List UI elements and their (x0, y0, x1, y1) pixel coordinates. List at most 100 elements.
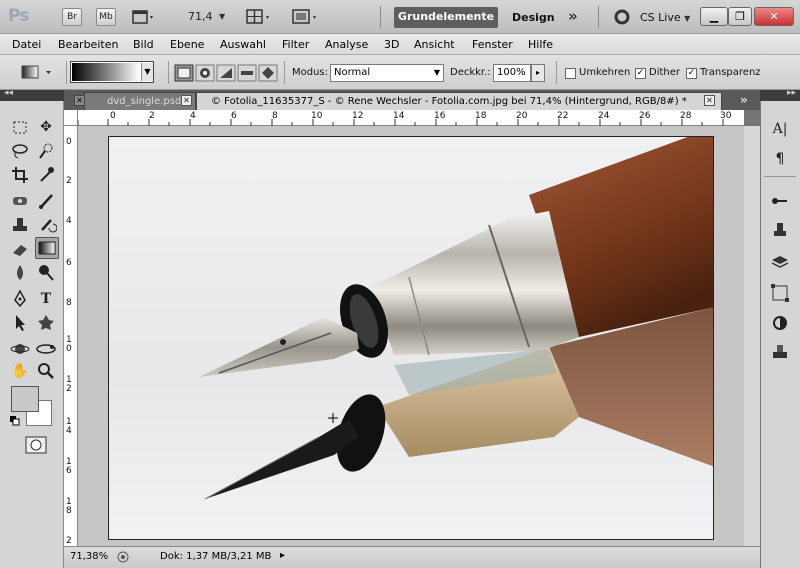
tab-dvd-single[interactable]: dvd_single.psd (84, 92, 196, 110)
styles-panel-icon[interactable] (768, 340, 792, 362)
eyedropper-tool-icon[interactable] (35, 164, 57, 186)
paths-panel-icon[interactable] (768, 282, 792, 304)
menu-ebene[interactable]: Ebene (170, 38, 204, 51)
menu-analyse[interactable]: Analyse (325, 38, 368, 51)
clone-source-icon[interactable] (768, 220, 792, 242)
minimize-icon: ▁ (709, 10, 719, 23)
umkehren-label: Umkehren (579, 67, 631, 78)
eraser-tool-icon[interactable] (9, 238, 31, 260)
layers-panel-icon[interactable] (768, 252, 792, 274)
document-image[interactable] (108, 136, 714, 540)
gradient-dropdown-icon[interactable]: ▼ (141, 63, 153, 81)
tool-preset-picker[interactable] (20, 63, 56, 81)
crop-tool-icon[interactable] (9, 164, 31, 186)
transparenz-checkbox[interactable]: ✓ (686, 68, 697, 79)
cs-live-label: CS Live (640, 11, 681, 24)
ruler-tick-label: 0 (66, 137, 72, 147)
quick-selection-tool-icon[interactable] (35, 140, 57, 162)
tab-label: © Fotolia_11635377_S - © Rene Wechsler -… (211, 96, 687, 107)
zoom-tool-icon[interactable] (35, 360, 57, 382)
workspace-design[interactable]: Design (512, 11, 555, 24)
vertical-scrollbar[interactable] (744, 126, 760, 546)
tab-overflow-icon[interactable]: » (740, 93, 748, 107)
close-button[interactable]: ✕ (754, 7, 794, 26)
menu-datei[interactable]: Datei (12, 38, 41, 51)
menu-ansicht[interactable]: Ansicht (414, 38, 455, 51)
angle-gradient-button[interactable] (216, 64, 236, 82)
tools-panel-header[interactable]: ◂◂ (0, 88, 64, 101)
tab-close-icon[interactable]: ✕ (704, 95, 715, 106)
blur-tool-icon[interactable] (9, 262, 31, 284)
default-colors-icon[interactable] (10, 416, 20, 426)
ruler-origin[interactable] (64, 110, 78, 126)
deckkraft-slider-icon[interactable]: ▸ (531, 64, 545, 82)
spot-healing-tool-icon[interactable] (9, 190, 31, 212)
status-info-icon[interactable] (116, 550, 130, 564)
restore-icon: ❐ (735, 10, 745, 23)
brush-tool-icon[interactable] (35, 190, 57, 212)
cs-live-button[interactable]: CS Live ▼ (640, 11, 690, 24)
ruler-tick-label: 2 (66, 536, 72, 546)
lasso-tool-icon[interactable] (9, 140, 31, 162)
gradient-tool-icon (21, 65, 51, 79)
expand-icon[interactable]: ▸▸ (787, 88, 796, 98)
history-brush-tool-icon[interactable] (35, 214, 58, 236)
linear-gradient-button[interactable] (174, 64, 194, 82)
adjustments-panel-icon[interactable] (768, 312, 792, 334)
hand-tool-icon[interactable]: ✋ (9, 360, 31, 382)
menu-bild[interactable]: Bild (133, 38, 154, 51)
radial-gradient-button[interactable] (195, 64, 215, 82)
menu-3d[interactable]: 3D (384, 38, 399, 51)
3d-rotate-tool-icon[interactable] (9, 338, 31, 360)
brush-presets-icon[interactable] (768, 190, 792, 212)
gradient-picker[interactable]: ▼ (70, 61, 154, 83)
tab-fotolia-image[interactable]: © Fotolia_11635377_S - © Rene Wechsler -… (196, 92, 722, 110)
zoom-level[interactable]: 71,4 (188, 10, 213, 23)
deckkraft-input[interactable]: 100% (493, 64, 531, 82)
menu-auswahl[interactable]: Auswahl (220, 38, 266, 51)
restore-button[interactable]: ❐ (728, 7, 752, 26)
quick-mask-button[interactable] (25, 436, 47, 454)
reflected-gradient-button[interactable] (237, 64, 257, 82)
tab-label: dvd_single.psd (107, 96, 182, 107)
diamond-gradient-button[interactable] (258, 64, 278, 82)
arrange-documents-button[interactable] (246, 8, 274, 26)
mini-bridge-button[interactable]: Mb (96, 8, 116, 26)
view-extras-button[interactable] (132, 8, 156, 26)
dodge-tool-icon[interactable] (35, 262, 57, 284)
marquee-tool-icon[interactable] (9, 116, 31, 138)
character-panel-icon[interactable]: A| (768, 118, 792, 140)
collapse-icon[interactable]: ◂◂ (4, 88, 13, 98)
bridge-button[interactable]: Br (62, 8, 82, 26)
divider (284, 61, 285, 84)
menu-filter[interactable]: Filter (282, 38, 309, 51)
path-selection-tool-icon[interactable] (9, 312, 31, 334)
paragraph-panel-icon[interactable]: ¶ (768, 148, 792, 170)
dither-checkbox[interactable]: ✓ (635, 68, 646, 79)
menu-hilfe[interactable]: Hilfe (528, 38, 553, 51)
pen-tool-icon[interactable] (9, 288, 31, 310)
custom-shape-tool-icon[interactable] (35, 312, 57, 334)
workspace-grundelemente[interactable]: Grundelemente (394, 7, 498, 28)
ruler-tick-label: 1 6 (66, 457, 72, 476)
screen-mode-button[interactable] (292, 8, 322, 26)
foreground-color-swatch-top[interactable] (11, 386, 39, 412)
dock-header[interactable]: ▸▸ (760, 88, 800, 101)
deckkraft-label: Deckkr.: (450, 67, 491, 78)
minimize-button[interactable]: ▁ (700, 7, 728, 26)
tab-close-icon[interactable]: ✕ (181, 95, 192, 106)
type-tool-icon[interactable]: T (35, 288, 57, 310)
status-zoom[interactable]: 71,38% (70, 551, 108, 562)
clone-stamp-tool-icon[interactable] (9, 214, 31, 236)
3d-orbit-tool-icon[interactable] (35, 338, 57, 360)
menu-bearbeiten[interactable]: Bearbeiten (58, 38, 118, 51)
gradient-tool-button[interactable] (35, 237, 59, 259)
workspace-more-icon[interactable]: » (568, 7, 578, 25)
umkehren-checkbox[interactable] (565, 68, 576, 79)
zoom-dropdown-icon[interactable]: ▼ (219, 12, 225, 21)
move-tool-icon[interactable]: ✥ (35, 116, 57, 138)
modus-select[interactable]: Normal ▼ (330, 64, 444, 82)
menu-fenster[interactable]: Fenster (472, 38, 513, 51)
gradient-type-group (174, 64, 284, 82)
status-menu-icon[interactable]: ▸ (280, 550, 285, 561)
